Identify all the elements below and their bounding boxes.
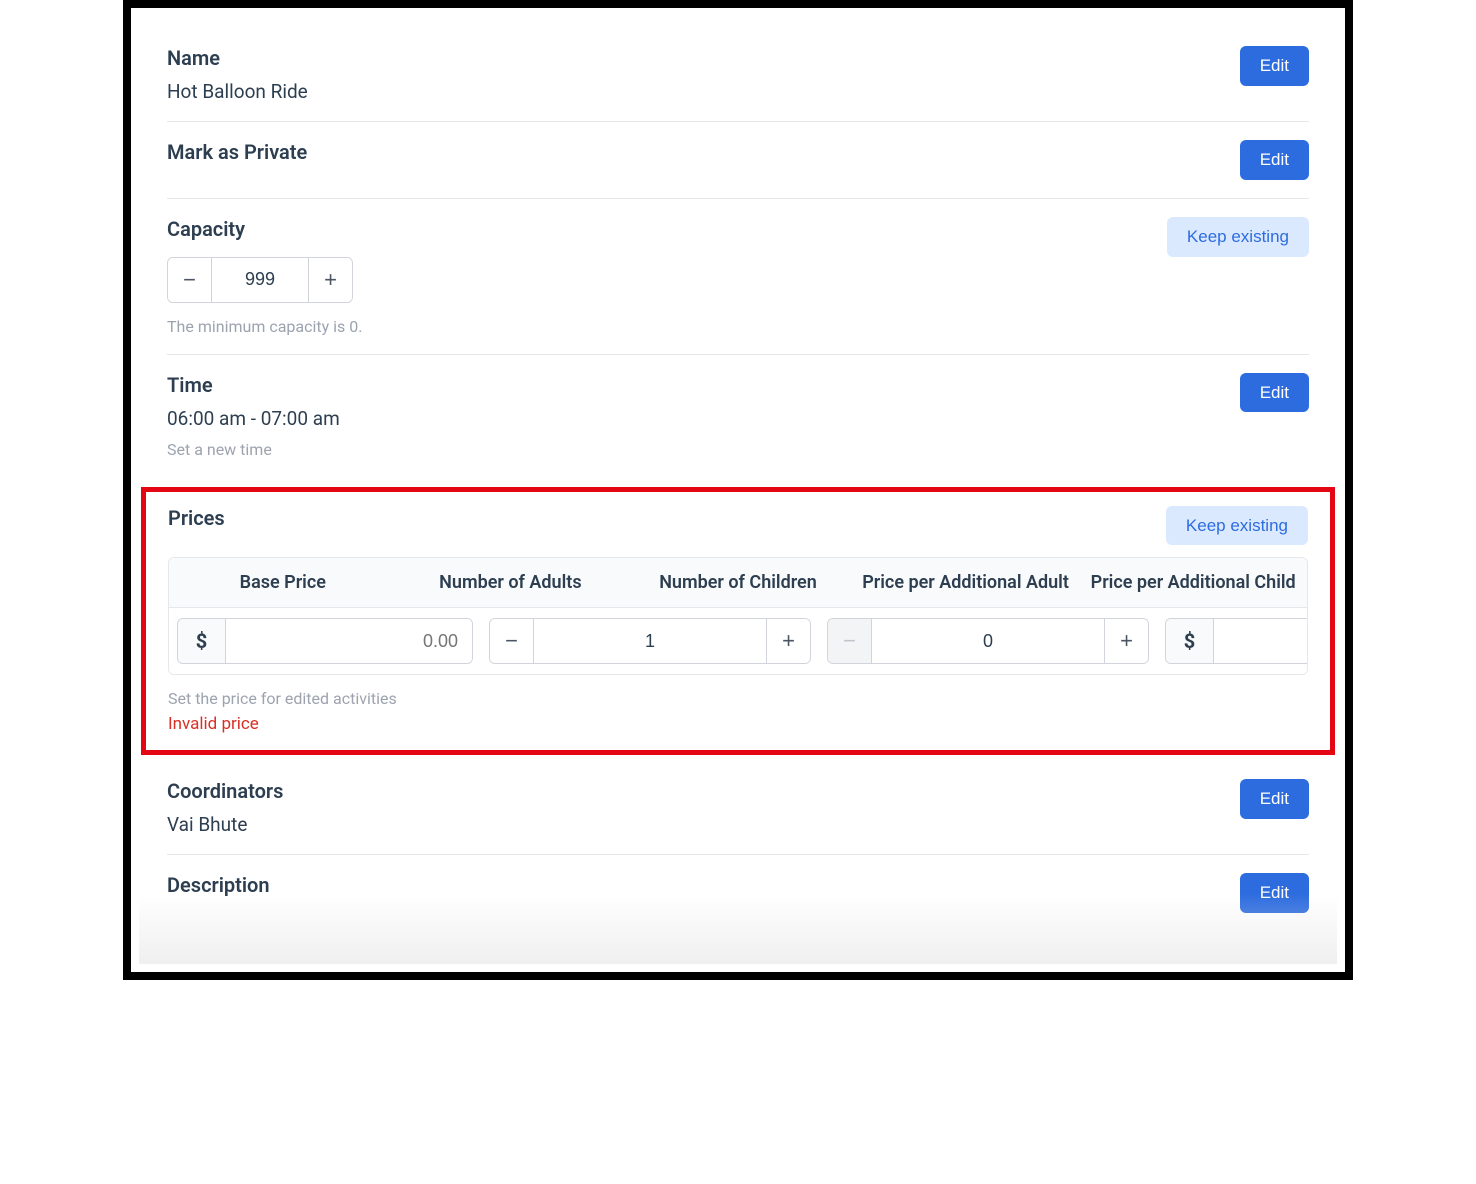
description-label: Description [167,873,270,897]
adults-increment-button[interactable]: + [766,619,810,663]
minus-icon: − [183,267,196,293]
section-prices: Prices Keep existing Base Price Number o… [168,502,1308,735]
section-time: Time 06:00 am - 07:00 am Set a new time … [167,355,1309,477]
capacity-label: Capacity [167,217,245,241]
capacity-input[interactable] [212,258,308,302]
section-private: Mark as Private Edit [167,122,1309,199]
private-edit-button[interactable]: Edit [1240,140,1309,180]
capacity-hint: The minimum capacity is 0. [167,317,1309,336]
capacity-keep-existing-button[interactable]: Keep existing [1167,217,1309,257]
prices-table: Base Price Number of Adults Number of Ch… [168,557,1308,675]
plus-icon: + [1120,628,1133,654]
price-per-adult-input[interactable] [1214,619,1308,663]
base-price-input[interactable] [226,619,472,663]
prices-header-row: Base Price Number of Adults Number of Ch… [169,558,1307,608]
coordinators-label: Coordinators [167,779,283,803]
capacity-stepper: − + [167,257,353,303]
name-label: Name [167,46,308,70]
time-label: Time [167,373,340,397]
adults-input[interactable] [534,619,766,663]
children-stepper: − + [827,618,1149,664]
prices-error: Invalid price [168,714,1308,734]
col-number-adults: Number of Adults [397,558,625,607]
col-base-price: Base Price [169,558,397,607]
private-label: Mark as Private [167,140,307,164]
base-price-input-group: $ [177,618,473,664]
prices-keep-existing-button[interactable]: Keep existing [1166,506,1308,546]
price-per-adult-input-group: $ [1165,618,1308,664]
coordinators-edit-button[interactable]: Edit [1240,779,1309,819]
dollar-icon: $ [1166,619,1214,663]
children-input[interactable] [872,619,1104,663]
children-decrement-button[interactable]: − [828,619,872,663]
description-edit-button[interactable]: Edit [1240,873,1309,913]
time-hint: Set a new time [167,440,340,459]
col-price-per-child: Price per Additional Child [1079,558,1307,607]
capacity-increment-button[interactable]: + [308,258,352,302]
col-price-per-adult: Price per Additional Adult [852,558,1080,607]
plus-icon: + [324,267,337,293]
prices-highlight: Prices Keep existing Base Price Number o… [141,487,1335,756]
col-number-children: Number of Children [624,558,852,607]
prices-body-row: $ − + [169,608,1307,674]
form-panel: Name Hot Balloon Ride Edit Mark as Priva… [123,0,1353,980]
time-value: 06:00 am - 07:00 am [167,407,340,430]
section-description: Description Edit [167,855,1309,931]
name-value: Hot Balloon Ride [167,80,308,103]
adults-decrement-button[interactable]: − [490,619,534,663]
time-edit-button[interactable]: Edit [1240,373,1309,413]
children-increment-button[interactable]: + [1104,619,1148,663]
coordinators-value: Vai Bhute [167,813,283,836]
plus-icon: + [782,628,795,654]
name-edit-button[interactable]: Edit [1240,46,1309,86]
prices-label: Prices [168,506,225,530]
section-capacity: Capacity Keep existing − + The minimum c… [167,199,1309,355]
section-coordinators: Coordinators Vai Bhute Edit [167,761,1309,855]
dollar-icon: $ [178,619,226,663]
adults-stepper: − + [489,618,811,664]
minus-icon: − [505,628,518,654]
capacity-decrement-button[interactable]: − [168,258,212,302]
prices-hint: Set the price for edited activities [168,689,1308,708]
section-name: Name Hot Balloon Ride Edit [167,28,1309,122]
minus-icon: − [843,628,856,654]
